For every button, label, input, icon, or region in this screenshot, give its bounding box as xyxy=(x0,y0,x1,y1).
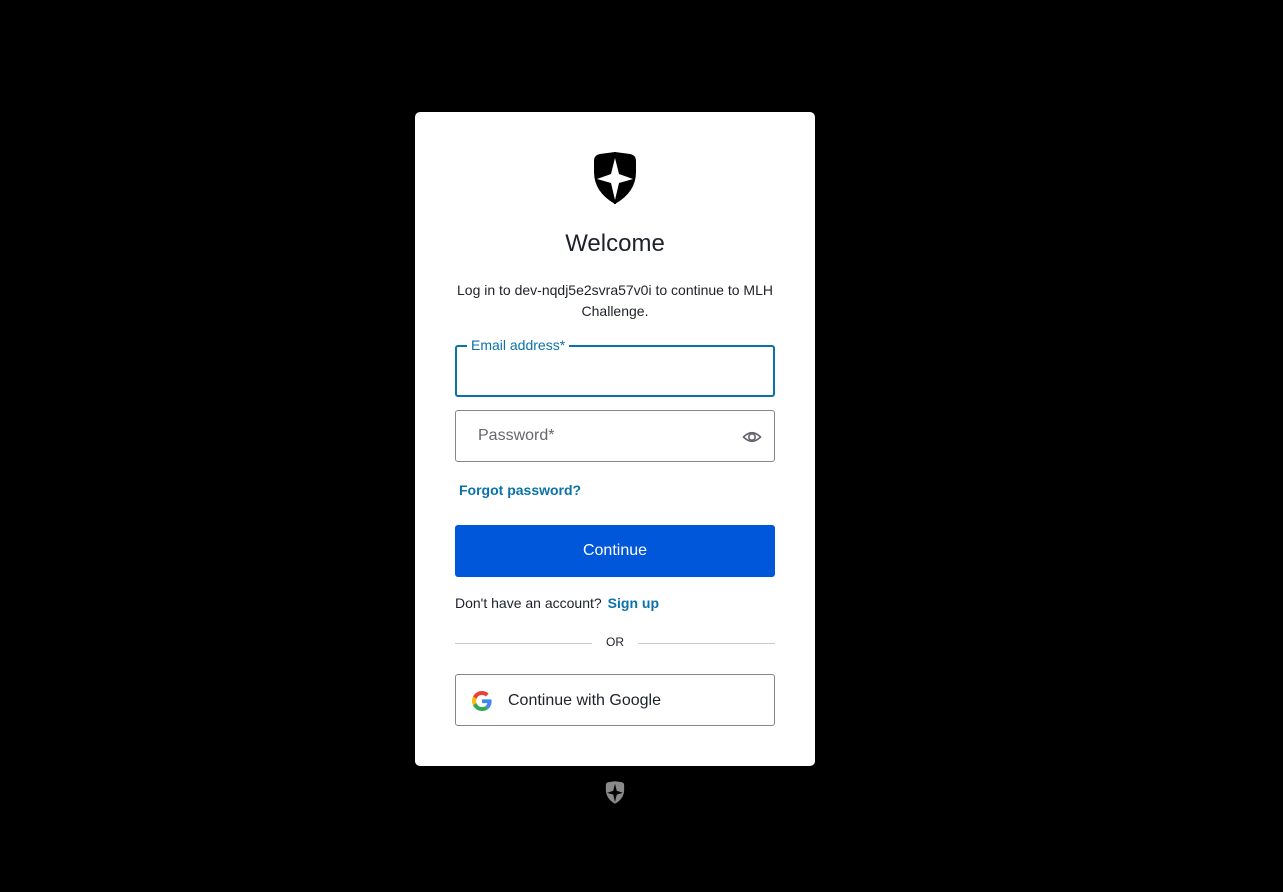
password-input[interactable] xyxy=(456,411,774,461)
continue-button[interactable]: Continue xyxy=(455,525,775,577)
signup-row: Don't have an account? Sign up xyxy=(455,595,659,611)
continue-with-google-button[interactable]: Continue with Google xyxy=(455,674,775,726)
divider-text: OR xyxy=(606,635,624,649)
signup-link[interactable]: Sign up xyxy=(608,595,659,611)
or-divider: OR xyxy=(455,634,775,652)
eye-icon[interactable] xyxy=(742,427,762,447)
page-title: Welcome xyxy=(565,230,665,257)
password-field[interactable] xyxy=(455,410,775,462)
login-card: Welcome Log in to dev-nqdj5e2svra57v0i t… xyxy=(415,112,815,766)
signup-prompt: Don't have an account? xyxy=(455,595,602,611)
footer-shield-icon xyxy=(605,781,625,804)
login-description: Log in to dev-nqdj5e2svra57v0i to contin… xyxy=(457,282,773,319)
google-button-label: Continue with Google xyxy=(508,692,661,709)
email-input[interactable] xyxy=(457,347,773,395)
forgot-password-link[interactable]: Forgot password? xyxy=(459,482,581,498)
divider-line-right xyxy=(638,643,775,644)
google-icon xyxy=(472,691,492,711)
email-field[interactable]: Email address* xyxy=(455,336,775,397)
shield-logo-icon xyxy=(594,152,636,204)
